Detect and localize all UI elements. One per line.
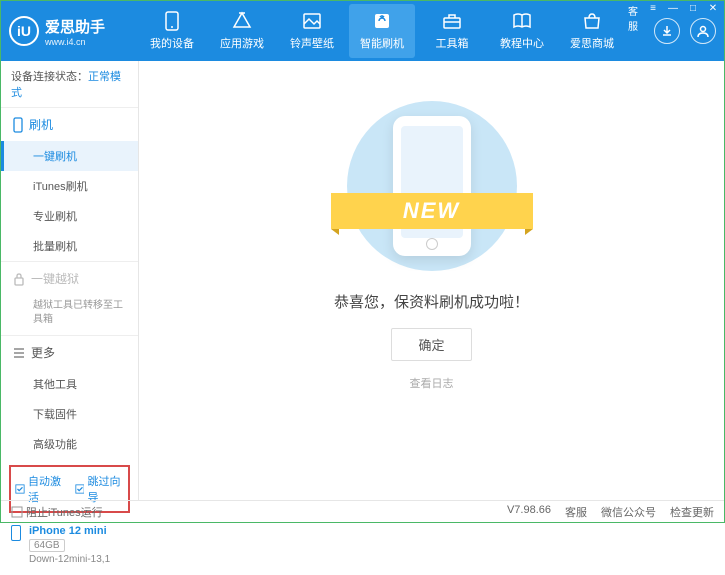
close-icon[interactable]: ✕ xyxy=(706,3,720,33)
sidebar-item-advanced[interactable]: 高级功能 xyxy=(1,429,138,459)
phone-icon xyxy=(13,117,23,133)
nav-tutorials[interactable]: 教程中心 xyxy=(489,4,555,58)
device-icon xyxy=(11,525,21,541)
app-url: www.i4.cn xyxy=(45,37,105,47)
apps-icon xyxy=(232,11,252,31)
success-illustration: NEW xyxy=(347,101,517,271)
sidebar-section-more[interactable]: 更多 xyxy=(1,336,138,369)
lock-icon xyxy=(13,272,25,286)
nav-label: 我的设备 xyxy=(150,35,194,51)
minimize-icon[interactable]: — xyxy=(666,3,680,33)
device-info[interactable]: iPhone 12 mini 64GB Down-12mini-13,1 xyxy=(1,519,138,575)
phone-icon xyxy=(162,11,182,31)
app-title: 爱思助手 xyxy=(45,16,105,37)
menu-icon xyxy=(13,347,25,359)
nav-label: 智能刷机 xyxy=(360,35,404,51)
logo-area: iU 爱思助手 www.i4.cn xyxy=(9,16,139,47)
footer-link-wechat[interactable]: 微信公众号 xyxy=(601,504,656,520)
nav-my-device[interactable]: 我的设备 xyxy=(139,4,205,58)
nav-toolbox[interactable]: 工具箱 xyxy=(419,4,485,58)
nav-label: 铃声壁纸 xyxy=(290,35,334,51)
phone-graphic xyxy=(393,116,471,256)
nav-label: 工具箱 xyxy=(436,35,469,51)
nav-apps[interactable]: 应用游戏 xyxy=(209,4,275,58)
book-icon xyxy=(512,11,532,31)
section-title: 一键越狱 xyxy=(31,270,79,287)
device-name: iPhone 12 mini xyxy=(29,525,128,537)
footer: 阻止iTunes运行 V7.98.66 客服 微信公众号 检查更新 xyxy=(1,500,724,522)
sidebar: 设备连接状态：正常模式 刷机 一键刷机 iTunes刷机 专业刷机 批量刷机 一… xyxy=(1,61,139,501)
nav-label: 教程中心 xyxy=(500,35,544,51)
sidebar-item-itunes-flash[interactable]: iTunes刷机 xyxy=(1,171,138,201)
sidebar-item-other-tools[interactable]: 其他工具 xyxy=(1,369,138,399)
toolbox-icon xyxy=(442,11,462,31)
footer-link-update[interactable]: 检查更新 xyxy=(670,504,714,520)
sidebar-section-jailbreak[interactable]: 一键越狱 xyxy=(1,262,138,295)
footer-link-support[interactable]: 客服 xyxy=(565,504,587,520)
device-capacity: 64GB xyxy=(29,539,65,552)
maximize-icon[interactable]: □ xyxy=(686,3,700,33)
checkbox-checked-icon xyxy=(75,483,85,495)
logo-icon: iU xyxy=(9,16,39,46)
jailbreak-note: 越狱工具已转移至工具箱 xyxy=(1,295,138,335)
window-controls: 客 服 ≡ — □ ✕ xyxy=(626,3,720,33)
flash-icon xyxy=(372,11,392,31)
sidebar-item-batch-flash[interactable]: 批量刷机 xyxy=(1,231,138,261)
wallpaper-icon xyxy=(302,11,322,31)
ok-button[interactable]: 确定 xyxy=(391,328,471,361)
checkbox-checked-icon xyxy=(15,483,25,495)
sidebar-item-pro-flash[interactable]: 专业刷机 xyxy=(1,201,138,231)
version-label: V7.98.66 xyxy=(507,504,551,520)
main-content: NEW 恭喜您，保资料刷机成功啦！ 确定 查看日志 xyxy=(139,61,724,501)
nav-flash[interactable]: 智能刷机 xyxy=(349,4,415,58)
section-title: 更多 xyxy=(31,344,55,361)
success-message: 恭喜您，保资料刷机成功啦！ xyxy=(334,291,529,312)
nav-label: 应用游戏 xyxy=(220,35,264,51)
sidebar-section-flash[interactable]: 刷机 xyxy=(1,108,138,141)
titlebar: iU 爱思助手 www.i4.cn 我的设备 应用游戏 铃声壁纸 智能刷机 工具… xyxy=(1,1,724,61)
new-banner: NEW xyxy=(331,193,533,229)
store-icon xyxy=(582,11,602,31)
connection-status: 设备连接状态：正常模式 xyxy=(1,61,138,107)
view-log-link[interactable]: 查看日志 xyxy=(410,375,454,391)
checkbox-unchecked-icon xyxy=(11,506,23,518)
nav-label: 爱思商城 xyxy=(570,35,614,51)
device-model: Down-12mini-13,1 xyxy=(29,554,128,565)
top-nav: 我的设备 应用游戏 铃声壁纸 智能刷机 工具箱 教程中心 爱思商城 xyxy=(139,4,654,58)
section-title: 刷机 xyxy=(29,116,53,133)
settings-icon[interactable]: ≡ xyxy=(646,3,660,33)
checkbox-block-itunes[interactable]: 阻止iTunes运行 xyxy=(11,504,103,520)
sidebar-item-oneclick-flash[interactable]: 一键刷机 xyxy=(1,141,138,171)
nav-ringtones[interactable]: 铃声壁纸 xyxy=(279,4,345,58)
support-link[interactable]: 客 服 xyxy=(626,3,640,33)
sidebar-item-download-fw[interactable]: 下载固件 xyxy=(1,399,138,429)
nav-store[interactable]: 爱思商城 xyxy=(559,4,625,58)
